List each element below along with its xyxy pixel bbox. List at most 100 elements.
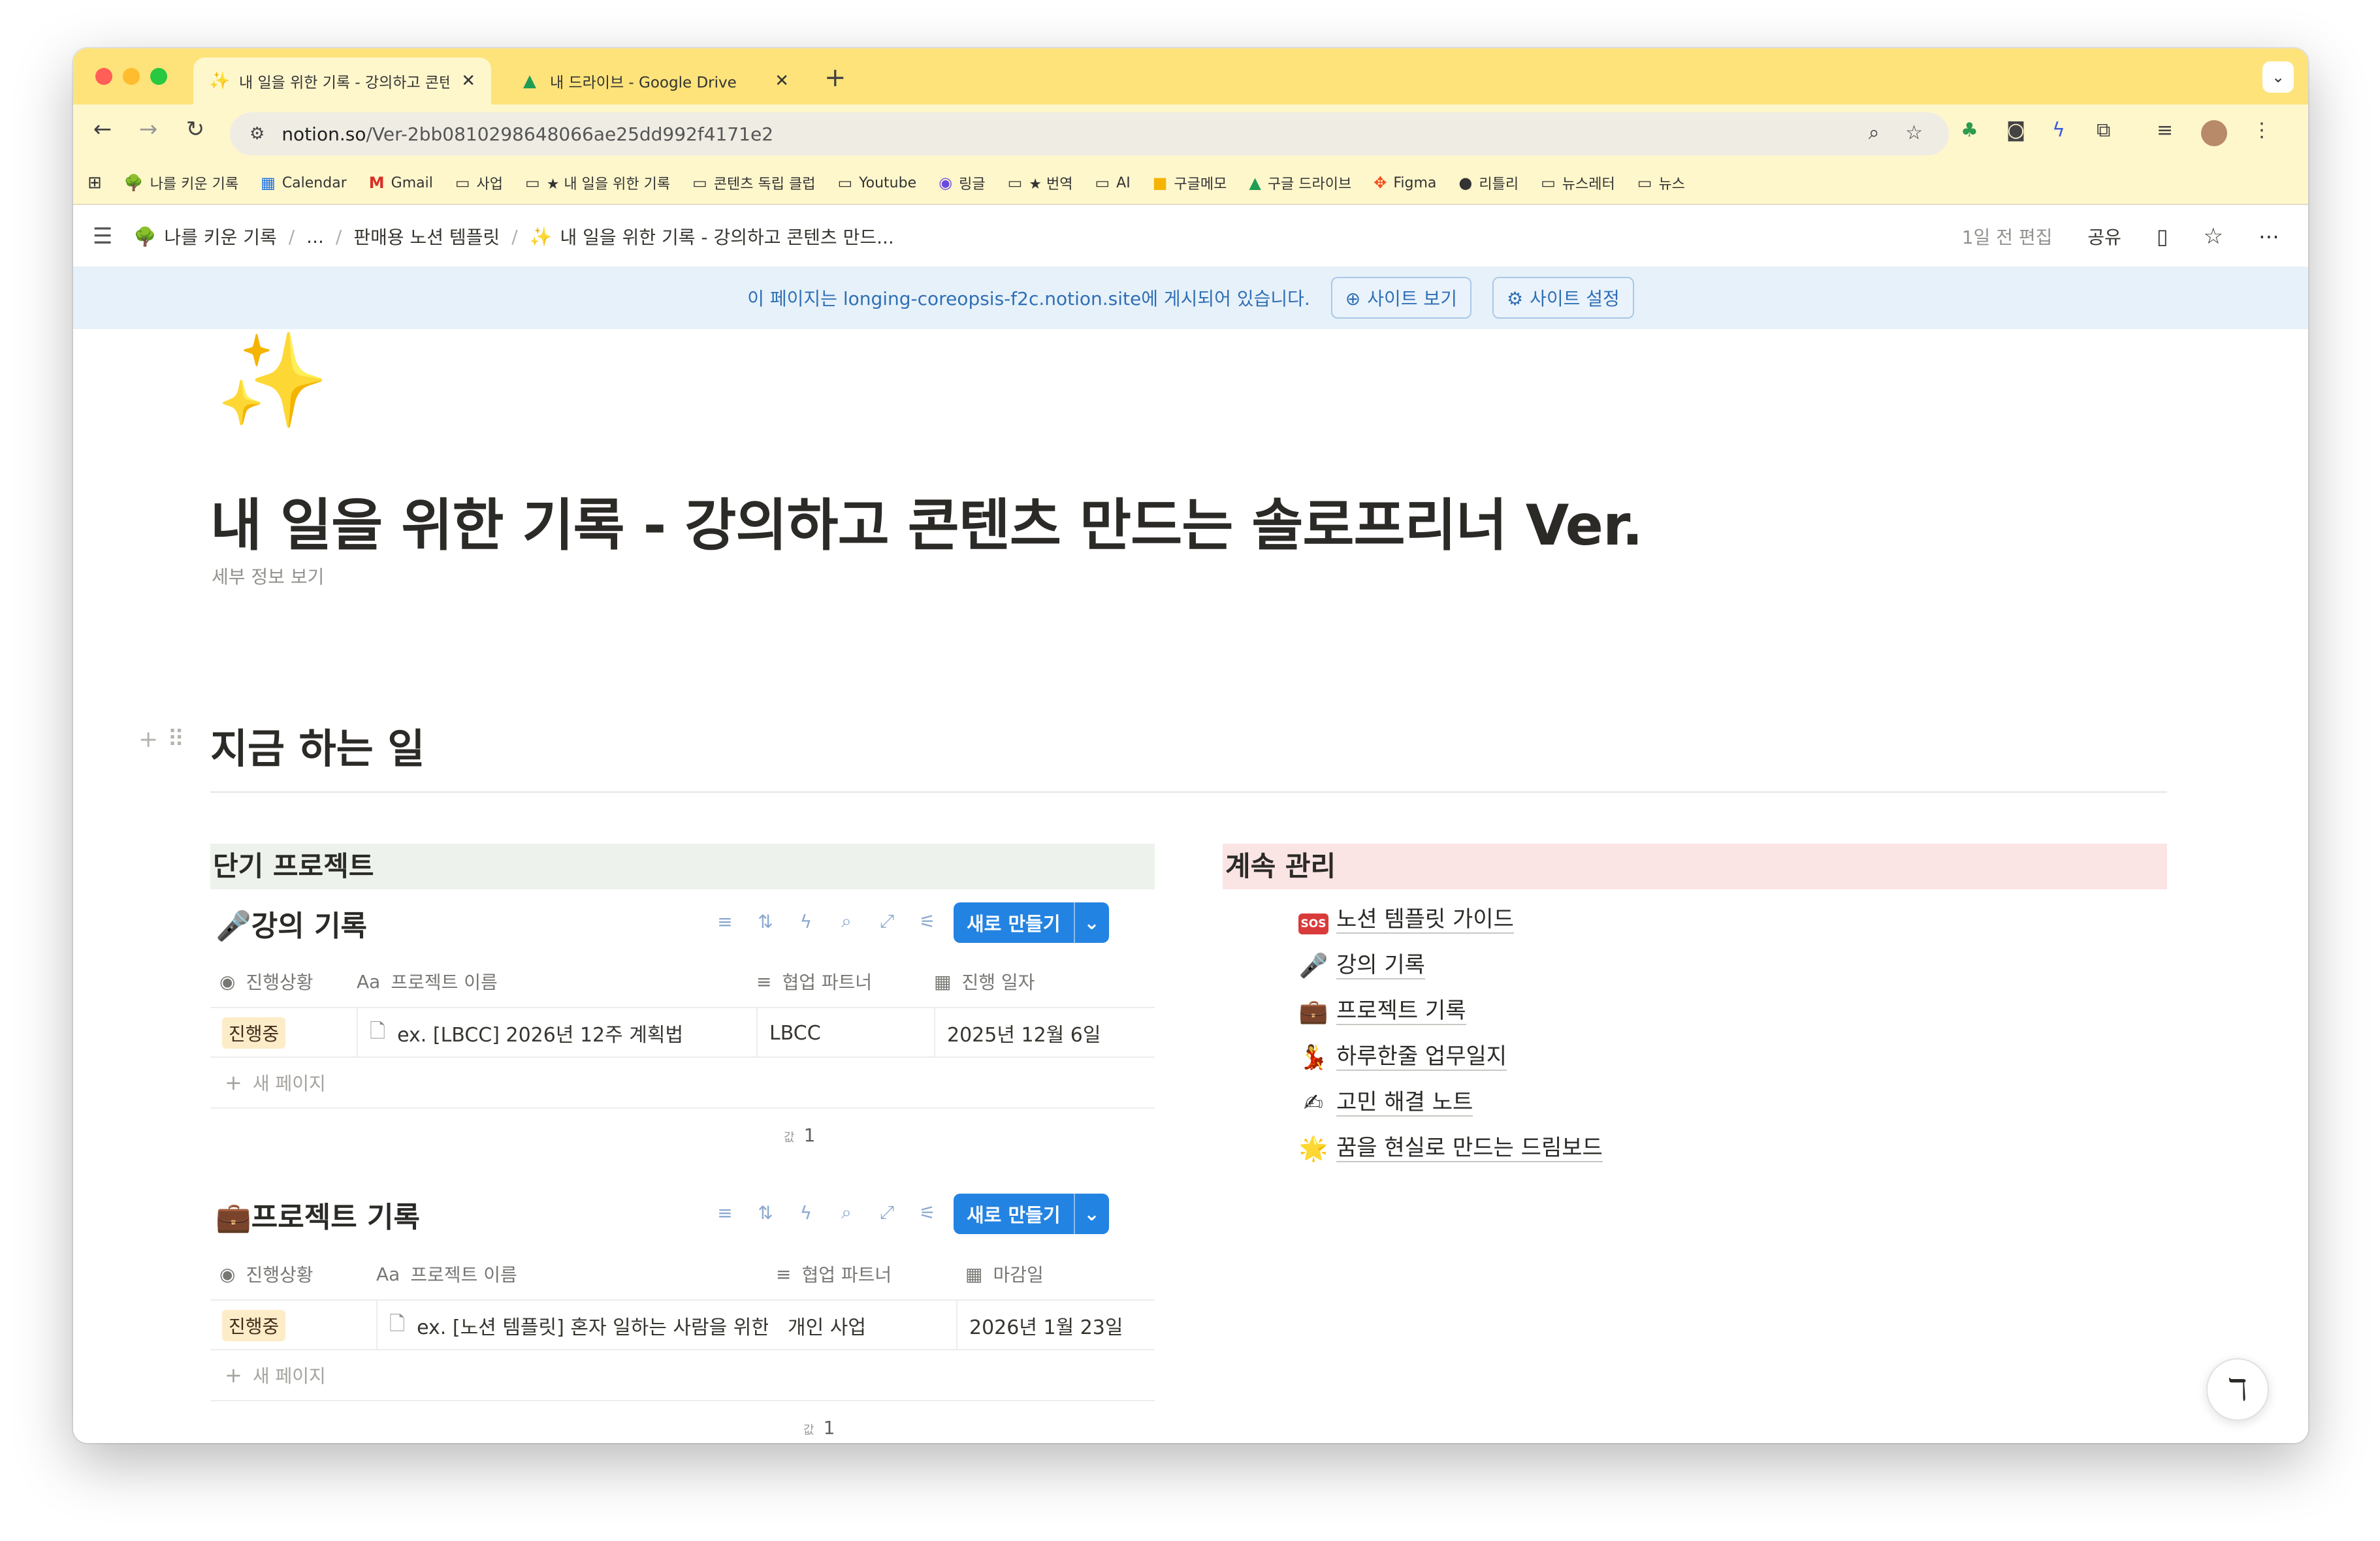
bookmark-9[interactable]: ▭ AI (1095, 174, 1130, 192)
settings-icon[interactable]: ⚟ (917, 1202, 938, 1224)
evernote-extension-icon[interactable]: ♣ (1961, 119, 1978, 142)
site-info-icon[interactable]: ⚙ (249, 124, 265, 144)
right-column-heading[interactable]: 계속 관리 (1223, 844, 2167, 889)
name-cell[interactable]: 🗋 ex. [노션 템플릿] 혼자 일하는 사람을 위한 노 (376, 1301, 768, 1350)
bookmark-5[interactable]: ▭ 콘텐츠 독립 클럽 (692, 172, 815, 193)
link-lecture-records[interactable]: 🎤 강의 기록 (1297, 943, 1603, 989)
new-entry-button[interactable]: 새로 만들기 ⌄ (954, 1194, 1109, 1234)
share-button[interactable]: 공유 (2087, 223, 2121, 249)
column-name[interactable]: Aa 프로젝트 이름 (357, 968, 498, 994)
database-title[interactable]: 🎤강의 기록 (216, 902, 367, 944)
left-column-heading[interactable]: 단기 프로젝트 (210, 844, 1155, 889)
bookmark-4[interactable]: ▭ ★ 내 일을 위한 기록 (525, 172, 670, 193)
notion-ai-icon[interactable]: ℸ (2206, 1358, 2269, 1421)
link-daily-log[interactable]: 💃 하루한줄 업무일지 (1297, 1034, 1603, 1080)
column-status[interactable]: ◉ 진행상황 (219, 968, 313, 994)
side-peek-icon[interactable]: ▯ (2157, 224, 2168, 249)
minimize-window-button[interactable] (123, 68, 140, 85)
status-cell[interactable]: 진행중 (210, 1008, 357, 1058)
filter-icon[interactable]: ≡ (715, 911, 735, 932)
bookmark-14[interactable]: ▭ 뉴스레터 (1541, 172, 1615, 193)
bookmark-8[interactable]: ▭ ★ 번역 (1008, 172, 1073, 193)
new-page-row[interactable]: + 새 페이지 (210, 1350, 1155, 1401)
camera-extension-icon[interactable]: ◙ (2006, 119, 2025, 142)
apps-icon[interactable]: ⊞ (88, 173, 102, 193)
deadline-cell[interactable]: 2026년 1월 23일 (956, 1301, 1155, 1350)
more-options-icon[interactable]: ⋯ (2259, 224, 2279, 249)
link-template-guide[interactable]: SOS 노션 템플릿 가이드 (1297, 897, 1603, 943)
favorite-star-icon[interactable]: ☆ (2204, 223, 2223, 249)
page-icon-sparkle[interactable]: ✨ (216, 336, 329, 427)
table-row[interactable]: 진행중 🗋 ex. [LBCC] 2026년 12주 계획법 LBCC 2025년… (210, 1007, 1155, 1058)
sidebar-menu-icon[interactable]: ☰ (93, 223, 112, 249)
bolt-extension-icon[interactable]: ϟ (2052, 119, 2065, 142)
database-title[interactable]: 💼프로젝트 기록 (216, 1194, 420, 1235)
bookmark-3[interactable]: ▭ 사업 (455, 172, 503, 193)
expand-icon[interactable]: ⤢ (876, 1201, 897, 1224)
expand-icon[interactable]: ⤢ (876, 910, 897, 932)
browser-menu-icon[interactable]: ⋮ (2252, 119, 2272, 142)
back-icon[interactable]: ← (86, 116, 119, 142)
new-page-row[interactable]: + 새 페이지 (210, 1058, 1155, 1109)
chevron-down-icon[interactable]: ⌄ (1073, 1194, 1109, 1234)
column-status[interactable]: ◉ 진행상황 (219, 1261, 313, 1287)
bookmark-10[interactable]: ■ 구글메모 (1153, 172, 1227, 193)
zoom-icon[interactable]: ⌕ (1869, 121, 1880, 144)
automation-icon[interactable]: ϟ (796, 1202, 816, 1224)
date-cell[interactable]: 2025년 12월 6일 (934, 1008, 1155, 1058)
section-heading[interactable]: 지금 하는 일 (210, 716, 425, 774)
breadcrumb-item[interactable]: 나를 키운 기록 (164, 223, 276, 249)
sort-icon[interactable]: ⇅ (755, 1202, 776, 1224)
bookmark-2[interactable]: M Gmail (369, 174, 433, 192)
close-window-button[interactable] (95, 68, 112, 85)
name-cell[interactable]: 🗋 ex. [LBCC] 2026년 12주 계획법 (357, 1008, 748, 1058)
forward-icon[interactable]: → (132, 116, 165, 142)
site-settings-button[interactable]: ⚙ 사이트 설정 (1492, 277, 1634, 319)
bookmark-0[interactable]: 🌳 나를 키운 기록 (124, 172, 238, 193)
tab-notion[interactable]: ✨ 내 일을 위한 기록 - 강의하고 콘텐 ✕ (193, 57, 491, 104)
link-project-records[interactable]: 💼 프로젝트 기록 (1297, 989, 1603, 1034)
view-site-button[interactable]: ⊕ 사이트 보기 (1330, 277, 1471, 319)
tab-search-icon[interactable]: ⌄ (2262, 61, 2294, 93)
search-icon[interactable]: ⌕ (836, 910, 857, 932)
bookmark-11[interactable]: ▲ 구글 드라이브 (1249, 172, 1351, 193)
search-icon[interactable]: ⌕ (836, 1201, 857, 1224)
bookmark-1[interactable]: ▦ Calendar (261, 174, 347, 192)
column-name[interactable]: Aa 프로젝트 이름 (376, 1261, 517, 1287)
tab-google-drive[interactable]: ▲ 내 드라이브 - Google Drive ✕ (504, 57, 805, 104)
address-bar[interactable]: ⚙ notion.so/Ver-2bb0810298648066ae25dd99… (230, 112, 1949, 155)
column-partner[interactable]: ≡ 협업 파트너 (756, 968, 872, 994)
new-tab-icon[interactable]: + (824, 63, 846, 93)
media-control-icon[interactable]: ≡ (2157, 119, 2173, 142)
profile-avatar[interactable] (2201, 120, 2227, 146)
column-date[interactable]: ▦ 진행 일자 (934, 968, 1035, 994)
sort-icon[interactable]: ⇅ (755, 911, 776, 932)
bookmark-6[interactable]: ▭ Youtube (837, 174, 916, 192)
view-details-link[interactable]: 세부 정보 보기 (212, 563, 324, 589)
extensions-icon[interactable]: ⧉ (2097, 119, 2110, 142)
reload-icon[interactable]: ↻ (179, 116, 212, 142)
breadcrumb-item[interactable]: ... (306, 226, 324, 247)
partner-cell[interactable]: 개인 사업 (776, 1301, 956, 1350)
page-title[interactable]: 내 일을 위한 기록 - 강의하고 콘텐츠 만드는 솔로프리너 Ver. (210, 479, 1643, 561)
close-tab-icon[interactable]: ✕ (461, 71, 475, 91)
settings-icon[interactable]: ⚟ (917, 911, 938, 932)
bookmark-13[interactable]: ● 리틀리 (1458, 172, 1519, 193)
block-handle-icon[interactable]: +⠿ (138, 726, 194, 753)
chevron-down-icon[interactable]: ⌄ (1073, 902, 1109, 943)
banner-site-url[interactable]: longing-coreopsis-f2c.notion.site (843, 288, 1141, 310)
automation-icon[interactable]: ϟ (796, 911, 816, 932)
bookmark-7[interactable]: ◉ 링글 (939, 172, 985, 193)
link-dream-board[interactable]: 🌟 꿈을 현실로 만드는 드림보드 (1297, 1126, 1603, 1171)
breadcrumb-item[interactable]: 내 일을 위한 기록 - 강의하고 콘텐츠 만드... (560, 223, 894, 249)
partner-cell[interactable]: LBCC (756, 1008, 934, 1058)
column-deadline[interactable]: ▦ 마감일 (965, 1261, 1044, 1287)
filter-icon[interactable]: ≡ (715, 1202, 735, 1224)
bookmark-15[interactable]: ▭ 뉴스 (1637, 172, 1685, 193)
status-cell[interactable]: 진행중 (210, 1301, 376, 1350)
close-tab-icon[interactable]: ✕ (775, 71, 789, 91)
maximize-window-button[interactable] (150, 68, 167, 85)
link-problem-notes[interactable]: ✍ 고민 해결 노트 (1297, 1080, 1603, 1126)
bookmark-12[interactable]: ✥ Figma (1374, 174, 1436, 192)
bookmark-star-icon[interactable]: ☆ (1905, 121, 1923, 144)
